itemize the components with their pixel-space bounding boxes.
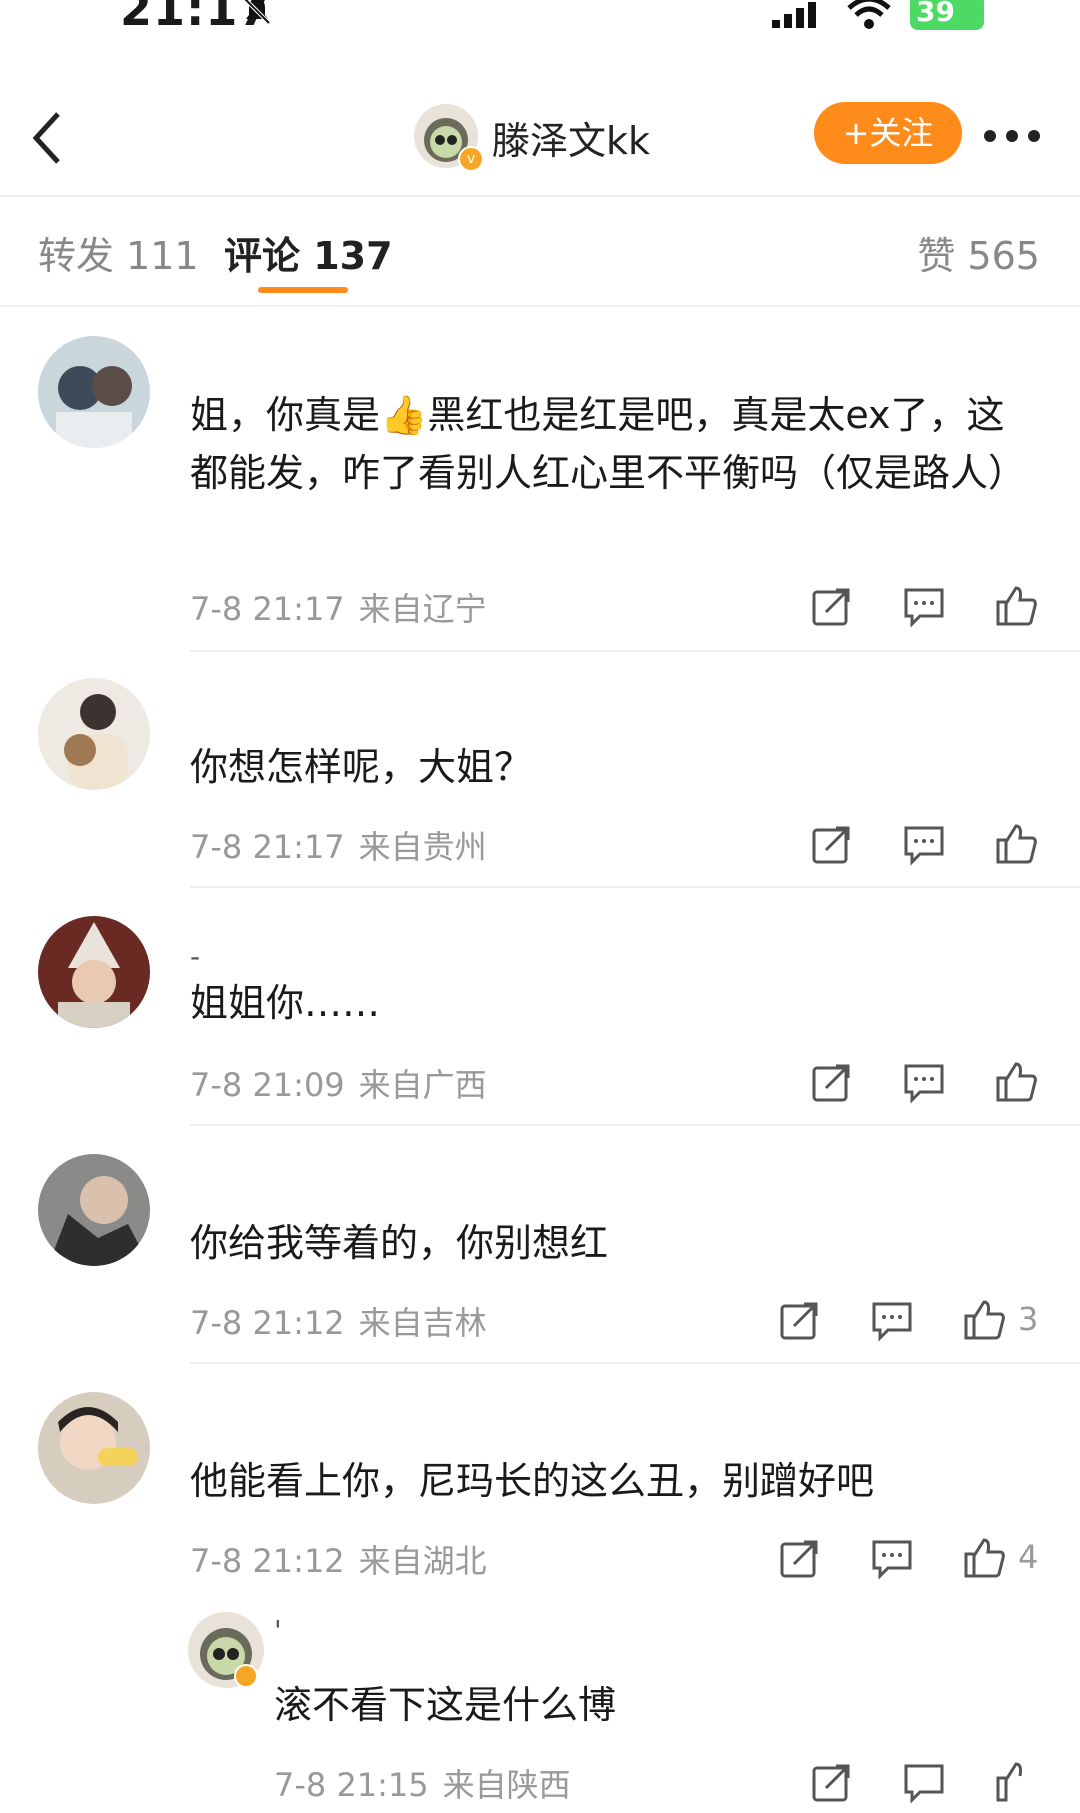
comment-date: 7-8 21:09: [190, 1066, 345, 1104]
comment-actions: 3: [778, 1298, 1040, 1342]
divider: [190, 650, 1080, 652]
comment-meta: 7-8 21:12 来自湖北: [190, 1536, 487, 1582]
wifi-icon: [846, 0, 892, 34]
commenter-avatar[interactable]: [38, 678, 150, 790]
comment-actions: [810, 584, 1040, 628]
reply-prefix: ': [274, 1614, 282, 1647]
more-dots-icon[interactable]: [982, 128, 1042, 148]
comment-location: 来自广西: [358, 1066, 487, 1104]
comment-date: 7-8 21:12: [190, 1304, 345, 1342]
back-arrow-icon[interactable]: [28, 108, 68, 172]
comment-location: 来自吉林: [358, 1304, 487, 1342]
comment-meta: 7-8 21:17 来自辽宁: [190, 584, 487, 630]
comment-text: 他能看上你，尼玛长的这么丑，别蹭好吧: [190, 1459, 875, 1503]
comment-date: 7-8 21:12: [190, 1542, 345, 1580]
reply-date: 7-8 21:15: [274, 1766, 429, 1804]
tab-likes[interactable]: 赞 565: [917, 225, 1040, 280]
comment-actions: 4: [778, 1536, 1040, 1580]
like-count: 3: [1018, 1300, 1039, 1338]
verified-badge: [234, 1664, 258, 1688]
commenter-avatar[interactable]: [38, 336, 150, 448]
like-icon[interactable]: [962, 1298, 1006, 1342]
repost-icon[interactable]: [810, 584, 854, 628]
reply-actions: [810, 1760, 1040, 1804]
like-icon[interactable]: [994, 1760, 1038, 1804]
commenter-avatar[interactable]: [38, 1154, 150, 1266]
comment-location: 来自辽宁: [358, 590, 487, 628]
post-header: v 滕泽文kk +关注: [0, 90, 1080, 197]
comment-prefix: -: [190, 940, 201, 973]
comment-text: 姐，你真是👍黑红也是红是吧，真是太ex了，这都能发，咋了看别人红心里不平衡吗（仅…: [190, 393, 1027, 495]
divider: [190, 886, 1080, 888]
comment-date: 7-8 21:17: [190, 828, 345, 866]
divider: [190, 1362, 1080, 1364]
commenter-avatar[interactable]: [38, 1392, 150, 1504]
post-tabs: 转发 111 评论 137 赞 565: [0, 195, 1080, 307]
comment-actions: [810, 822, 1040, 866]
comment-location: 来自贵州: [358, 828, 487, 866]
follow-button[interactable]: +关注: [814, 102, 962, 164]
tab-comments[interactable]: 评论 137: [224, 225, 393, 280]
repost-icon[interactable]: [778, 1298, 822, 1342]
like-icon[interactable]: [994, 584, 1038, 628]
comment-meta: 7-8 21:09 来自广西: [190, 1060, 487, 1106]
repost-icon[interactable]: [810, 1060, 854, 1104]
comment-icon[interactable]: [870, 1298, 914, 1342]
repost-icon[interactable]: [810, 1760, 854, 1804]
like-icon[interactable]: [994, 1060, 1038, 1104]
divider: [190, 1124, 1080, 1126]
comment-meta: 7-8 21:17 来自贵州: [190, 822, 487, 868]
reply-meta: 7-8 21:15 来自陕西: [274, 1760, 571, 1806]
bell-muted-icon: [240, 0, 274, 32]
comment-icon[interactable]: [902, 822, 946, 866]
repost-icon[interactable]: [810, 822, 854, 866]
status-bar: 21:17 39: [0, 0, 1080, 50]
comment-icon[interactable]: [902, 1760, 946, 1804]
signal-icon: [772, 0, 828, 34]
like-icon[interactable]: [962, 1536, 1006, 1580]
comment-location: 来自湖北: [358, 1542, 487, 1580]
comment-icon[interactable]: [870, 1536, 914, 1580]
reply-text: 滚不看下这是什么博: [274, 1683, 617, 1727]
comment-meta: 7-8 21:12 来自吉林: [190, 1298, 487, 1344]
repost-icon[interactable]: [778, 1536, 822, 1580]
comment-text: 你想怎样呢，大姐？: [190, 745, 533, 789]
like-count: 4: [1018, 1538, 1039, 1576]
comment-text: 姐姐你……: [190, 981, 381, 1025]
tab-repost[interactable]: 转发 111: [38, 225, 199, 280]
header-username[interactable]: 滕泽文kk: [492, 110, 650, 165]
comment-icon[interactable]: [902, 1060, 946, 1104]
like-icon[interactable]: [994, 822, 1038, 866]
reply-location: 来自陕西: [442, 1766, 571, 1804]
commenter-avatar[interactable]: [38, 916, 150, 1028]
comment-actions: [810, 1060, 1040, 1104]
verified-badge: v: [458, 146, 484, 172]
comment-text: 你给我等着的，你别想红: [190, 1221, 609, 1265]
active-tab-indicator: [258, 287, 348, 293]
comment-date: 7-8 21:17: [190, 590, 345, 628]
comment-icon[interactable]: [902, 584, 946, 628]
battery-indicator: 39: [910, 0, 984, 30]
